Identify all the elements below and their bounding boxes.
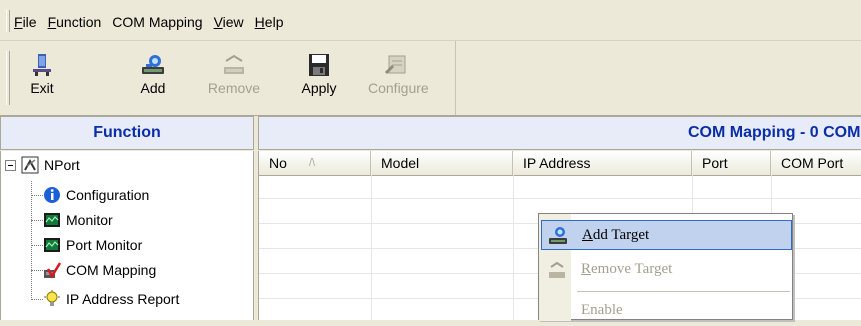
add-target-icon [548,226,568,246]
context-menu: Add Target Remove Target Enable [538,213,793,321]
lightbulb-icon [43,290,61,308]
add-icon [140,53,166,77]
context-menu-separator [577,291,790,292]
com-mapping-icon [43,261,62,279]
tree-connector [31,299,43,300]
menu-bar: File Function COM Mapping View Help [0,0,861,41]
grid-line [259,198,861,199]
com-mapping-pane-title: COM Mapping - 0 COM [688,124,861,141]
context-menu-remove-target[interactable]: Remove Target [541,255,792,285]
sort-ascending-icon: /\ [309,157,316,169]
tree-root-nport[interactable]: NPort [21,155,80,175]
tree-connector [31,245,43,246]
context-menu-add-target[interactable]: Add Target [541,220,792,250]
column-header-port[interactable]: Port [692,151,771,175]
nport-icon [21,156,39,174]
tree-connector [31,181,32,300]
tree-item-ip-address-report[interactable]: IP Address Report [43,289,179,309]
column-header-no[interactable]: No /\ [259,151,371,175]
function-tree: NPort Configuration Monitor Port Monitor… [0,151,254,320]
tree-item-configuration[interactable]: Configuration [43,185,149,205]
com-mapping-pane-header: COM Mapping - 0 COM [258,116,861,150]
column-header-ip-address[interactable]: IP Address [513,151,692,175]
menu-help[interactable]: Help [255,13,289,31]
menu-bar-grip [6,10,10,32]
menu-com-mapping[interactable]: COM Mapping [112,13,207,31]
tree-connector [31,195,43,196]
port-monitor-icon [43,236,61,254]
menu-function[interactable]: Function [48,13,107,31]
add-button[interactable]: Add [125,51,181,109]
toolbar: Exit Add Remove Apply Configure [0,41,861,116]
configure-icon [383,53,409,77]
apply-button[interactable]: Apply [291,51,347,109]
menu-view[interactable]: View [214,13,249,31]
context-menu-enable[interactable]: Enable [541,296,792,326]
tree-item-monitor[interactable]: Monitor [43,210,113,230]
save-disk-icon [306,53,332,77]
tree-item-port-monitor[interactable]: Port Monitor [43,235,142,255]
column-header-com-port[interactable]: COM Port [771,151,861,175]
configure-button[interactable]: Configure [368,51,429,109]
tree-collapse-toggle[interactable] [5,160,16,171]
monitor-icon [43,211,61,229]
tree-item-com-mapping[interactable]: COM Mapping [43,260,156,280]
toolbar-end-divider [455,41,456,115]
tree-connector [31,270,43,271]
exit-button[interactable]: Exit [14,51,70,109]
toolbar-grip [6,51,10,105]
menu-file[interactable]: File [14,13,42,31]
list-header: No /\ Model IP Address Port COM Port [259,151,861,176]
exit-icon [29,53,55,77]
function-pane-title: Function [0,116,254,150]
column-header-model[interactable]: Model [371,151,513,175]
info-icon [43,186,61,204]
remove-icon [221,53,247,77]
remove-button[interactable]: Remove [206,51,262,109]
tree-connector [31,220,43,221]
remove-target-icon [547,260,567,280]
